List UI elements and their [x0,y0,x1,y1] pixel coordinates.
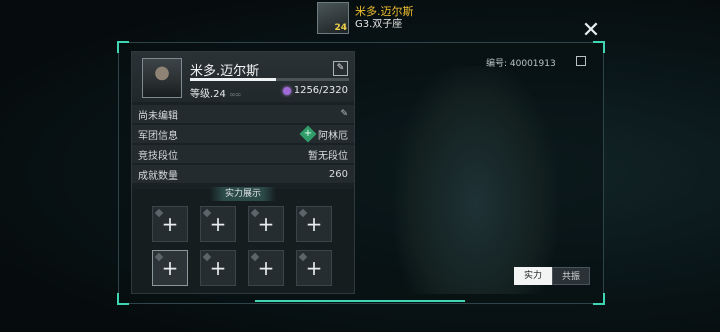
showcase-slot[interactable]: + [248,206,284,242]
frame-corner [117,41,129,53]
avatar[interactable] [142,58,182,98]
row-value: 阿林厄 [318,130,348,142]
top-player-badge: 24 米多.迈尔斯 G3.双子座 [317,1,414,35]
plus-icon: + [305,256,323,280]
copy-icon[interactable] [576,56,586,66]
row-value: 260 [328,168,348,180]
plus-icon: + [257,212,275,236]
showcase-slot[interactable]: + [152,206,188,242]
level-dots: ∞∞ [229,90,241,99]
view-tabs: 实力 共振 [514,267,590,285]
row-legion[interactable]: 军团信息 阿林厄 [132,125,354,143]
player-name: 米多.迈尔斯 [190,64,260,79]
level-text: 等级.24 ∞∞ [190,85,241,100]
plus-icon: + [257,256,275,280]
top-player-subtitle: G3.双子座 [355,19,403,30]
row-label: 竞技段位 [138,150,178,162]
row-label: 尚未编辑 [138,110,178,122]
plus-icon: + [209,212,227,236]
exp-progress-bar [190,78,349,81]
pencil-icon[interactable]: ✎ [340,109,348,119]
frame-corner [593,41,605,53]
bottom-accent-bar [255,300,465,302]
showcase-slot[interactable]: + [200,250,236,286]
legion-emblem-icon [299,125,317,143]
row-rank: 竞技段位 暂无段位 [132,145,354,163]
plus-icon: + [161,256,179,280]
level-label: 等级.24 [190,89,226,100]
row-value: 暂无段位 [308,150,348,162]
showcase-title: 实力展示 [210,187,276,201]
plus-icon: + [305,212,323,236]
row-signature[interactable]: 尚未编辑 ✎ [132,105,354,123]
power-showcase: 实力展示 + + + + + + + + [132,187,354,293]
profile-card: 米多.迈尔斯 ✎ 等级.24 ∞∞ 1256/2320 [132,52,354,102]
frame-corner [117,293,129,305]
exp-readout: 1256/2320 [282,85,348,96]
edit-name-button[interactable]: ✎ [333,61,348,76]
row-value-wrap: 阿林厄 [299,125,348,143]
showcase-slot[interactable]: + [248,250,284,286]
showcase-slot[interactable]: + [152,250,188,286]
showcase-slot[interactable]: + [200,206,236,242]
frame-corner [593,293,605,305]
gem-icon [282,86,291,95]
tab-power[interactable]: 实力 [514,267,552,285]
exp-progress-fill [190,78,276,81]
showcase-slot[interactable]: + [296,206,332,242]
character-stage [395,66,557,294]
profile-panel: 米多.迈尔斯 ✎ 等级.24 ∞∞ 1256/2320 尚未编辑 ✎ 军团信息 … [131,51,355,294]
mini-avatar-level: 24 [334,23,347,33]
row-label: 军团信息 [138,130,178,142]
row-achievements[interactable]: 成就数量 260 [132,165,354,183]
mini-avatar: 24 [317,2,349,34]
row-label: 成就数量 [138,170,178,182]
tab-resonance[interactable]: 共振 [552,267,590,285]
exp-text: 1256/2320 [293,85,348,96]
top-player-name: 米多.迈尔斯 [355,5,414,18]
close-icon[interactable]: ✕ [580,20,602,43]
info-rows: 尚未编辑 ✎ 军团信息 阿林厄 竞技段位 暂无段位 成就数量 260 [132,105,354,185]
plus-icon: + [209,256,227,280]
showcase-slot[interactable]: + [296,250,332,286]
plus-icon: + [161,212,179,236]
